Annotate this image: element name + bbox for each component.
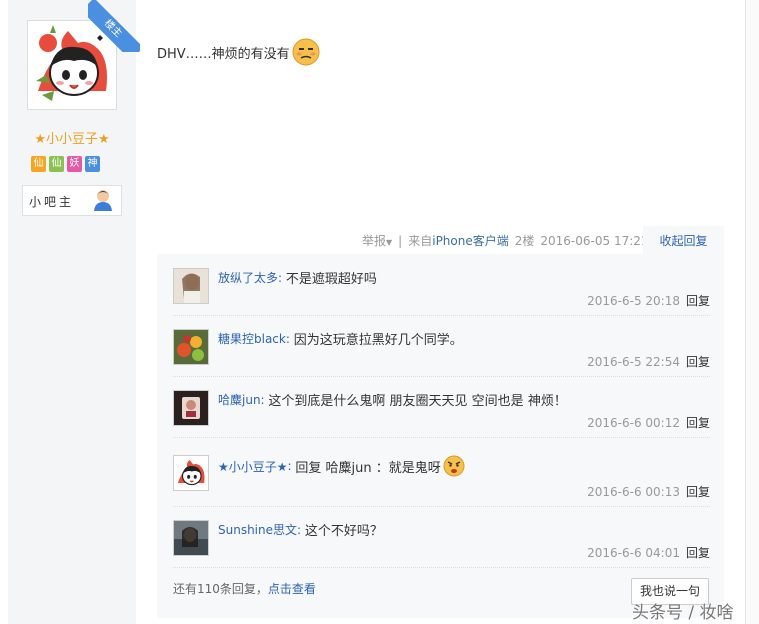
reply-panel: 放纵了太多: 不是遮瑕超好吗 2016-6-5 20:18 回复 糖果控black… — [157, 254, 724, 618]
louzhu-ribbon: 楼主 — [88, 0, 140, 52]
client-link[interactable]: iPhone客户端 — [432, 234, 509, 248]
post-text: DHV……神烦的有没有 — [157, 46, 290, 62]
reply-button[interactable]: 回复 — [686, 294, 710, 308]
from-prefix: 来自 — [408, 234, 433, 248]
post-content: DHV……神烦的有没有 — [157, 38, 320, 66]
reply-avatar[interactable] — [173, 455, 209, 491]
reply-item: 糖果控black: 因为这玩意拉黑好几个同学。 2016-6-5 22:54 回复 — [173, 315, 710, 377]
role-badge: 小吧主 — [22, 185, 122, 216]
floor-number: 2楼 — [514, 234, 535, 248]
reply-item: 放纵了太多: 不是遮瑕超好吗 2016-6-5 20:18 回复 — [173, 254, 710, 316]
reply-time: 2016-6-6 00:12 — [587, 416, 680, 430]
report-button[interactable]: 举报▼ — [362, 232, 392, 249]
reply-content: 不是遮瑕超好吗 — [285, 272, 377, 287]
collapse-replies-button[interactable]: 收起回复 — [643, 226, 724, 256]
reply-username[interactable]: Sunshine思文 — [218, 521, 297, 538]
reply-username[interactable]: 放纵了太多 — [218, 269, 278, 286]
reply-line: Sunshine思文: 这个不好吗？ — [218, 520, 383, 540]
angry-emoji-icon — [443, 455, 465, 477]
reply-username[interactable]: 糖果控black — [218, 330, 286, 347]
reply-time-row: 2016-6-5 20:18 回复 — [587, 292, 710, 309]
user-photo-icon — [174, 269, 208, 303]
reply-line: 放纵了太多: 不是遮瑕超好吗 — [218, 268, 377, 288]
watermark: 头条号 / 妆啥 — [632, 603, 734, 623]
badge-icon[interactable]: 仙 — [31, 156, 46, 172]
reply-content: 这个不好吗？ — [304, 524, 383, 539]
more-replies-count: 还有110条回复， — [173, 582, 268, 596]
reply-avatar[interactable] — [173, 520, 209, 556]
reply-time-row: 2016-6-5 22:54 回复 — [587, 353, 710, 370]
reply-item: ★小小豆子★: 回复 哈麋jun ：就是鬼呀 2016-6-6 00:13 回复 — [173, 437, 710, 507]
annoyed-emoji-icon — [292, 38, 320, 66]
report-label: 举报 — [362, 234, 387, 248]
more-replies: 还有110条回复，点击查看 — [173, 580, 316, 597]
reply-username[interactable]: ★小小豆子★ — [218, 458, 288, 475]
role-label: 小吧主 — [29, 195, 75, 209]
reply-item: Sunshine思文: 这个不好吗？ 2016-6-6 04:01 回复 — [173, 506, 710, 568]
reply-button[interactable]: 回复 — [686, 416, 710, 430]
reply-time: 2016-6-6 04:01 — [587, 546, 680, 560]
reply-line: 哈麋jun: 这个到底是什么鬼啊 朋友圈天天见 空间也是 神烦！ — [218, 390, 567, 410]
post-meta: 举报▼ | 来自iPhone客户端 2楼 2016-06-05 17:21 — [362, 232, 649, 249]
reply-username[interactable]: 哈麋jun — [218, 391, 261, 408]
meta-separator: | — [398, 233, 403, 248]
reply-button[interactable]: 回复 — [686, 355, 710, 369]
reply-avatar[interactable] — [173, 329, 209, 365]
louzhu-label: 楼主 — [88, 0, 140, 52]
reply-avatar[interactable] — [173, 268, 209, 304]
user-photo-icon — [174, 391, 208, 425]
reply-line: 糖果控black: 因为这玩意拉黑好几个同学。 — [218, 329, 463, 349]
chevron-down-icon: ▼ — [386, 238, 393, 247]
reply-content: 回复 哈麋jun ：就是鬼呀 — [295, 460, 441, 476]
author-username[interactable]: ★小小豆子★ — [8, 128, 136, 147]
reply-item: 哈麋jun: 这个到底是什么鬼啊 朋友圈天天见 空间也是 神烦！ 2016-6-… — [173, 376, 710, 438]
cartoon-girl-avatar-icon — [174, 456, 208, 490]
view-more-link[interactable]: 点击查看 — [268, 582, 316, 596]
reply-content: 因为这玩意拉黑好几个同学。 — [293, 333, 463, 348]
reply-time: 2016-6-5 22:54 — [587, 355, 680, 369]
reply-button[interactable]: 回复 — [686, 485, 710, 499]
reply-time-row: 2016-6-6 00:13 回复 — [587, 483, 710, 500]
scrollbar-track[interactable] — [746, 0, 759, 624]
user-photo-icon — [174, 330, 208, 364]
reply-avatar[interactable] — [173, 390, 209, 426]
reply-button[interactable]: 回复 — [686, 546, 710, 560]
badge-icon[interactable]: 神 — [85, 156, 100, 172]
badge-icon[interactable]: 妖 — [67, 156, 82, 172]
client-source: 来自iPhone客户端 — [408, 232, 509, 249]
author-badges: 仙 仙 妖 神 — [31, 156, 100, 172]
reply-time: 2016-6-6 00:13 — [587, 485, 680, 499]
reply-content: 这个到底是什么鬼啊 朋友圈天天见 空间也是 神烦！ — [268, 394, 567, 409]
badge-icon[interactable]: 仙 — [49, 156, 64, 172]
user-photo-icon — [174, 521, 208, 555]
reply-time-row: 2016-6-6 04:01 回复 — [587, 544, 710, 561]
reply-time: 2016-6-5 20:18 — [587, 294, 680, 308]
person-icon — [94, 190, 112, 211]
reply-line: ★小小豆子★: 回复 哈麋jun ：就是鬼呀 — [218, 455, 465, 477]
reply-time-row: 2016-6-6 00:12 回复 — [587, 414, 710, 431]
post-datetime: 2016-06-05 17:21 — [540, 233, 649, 248]
